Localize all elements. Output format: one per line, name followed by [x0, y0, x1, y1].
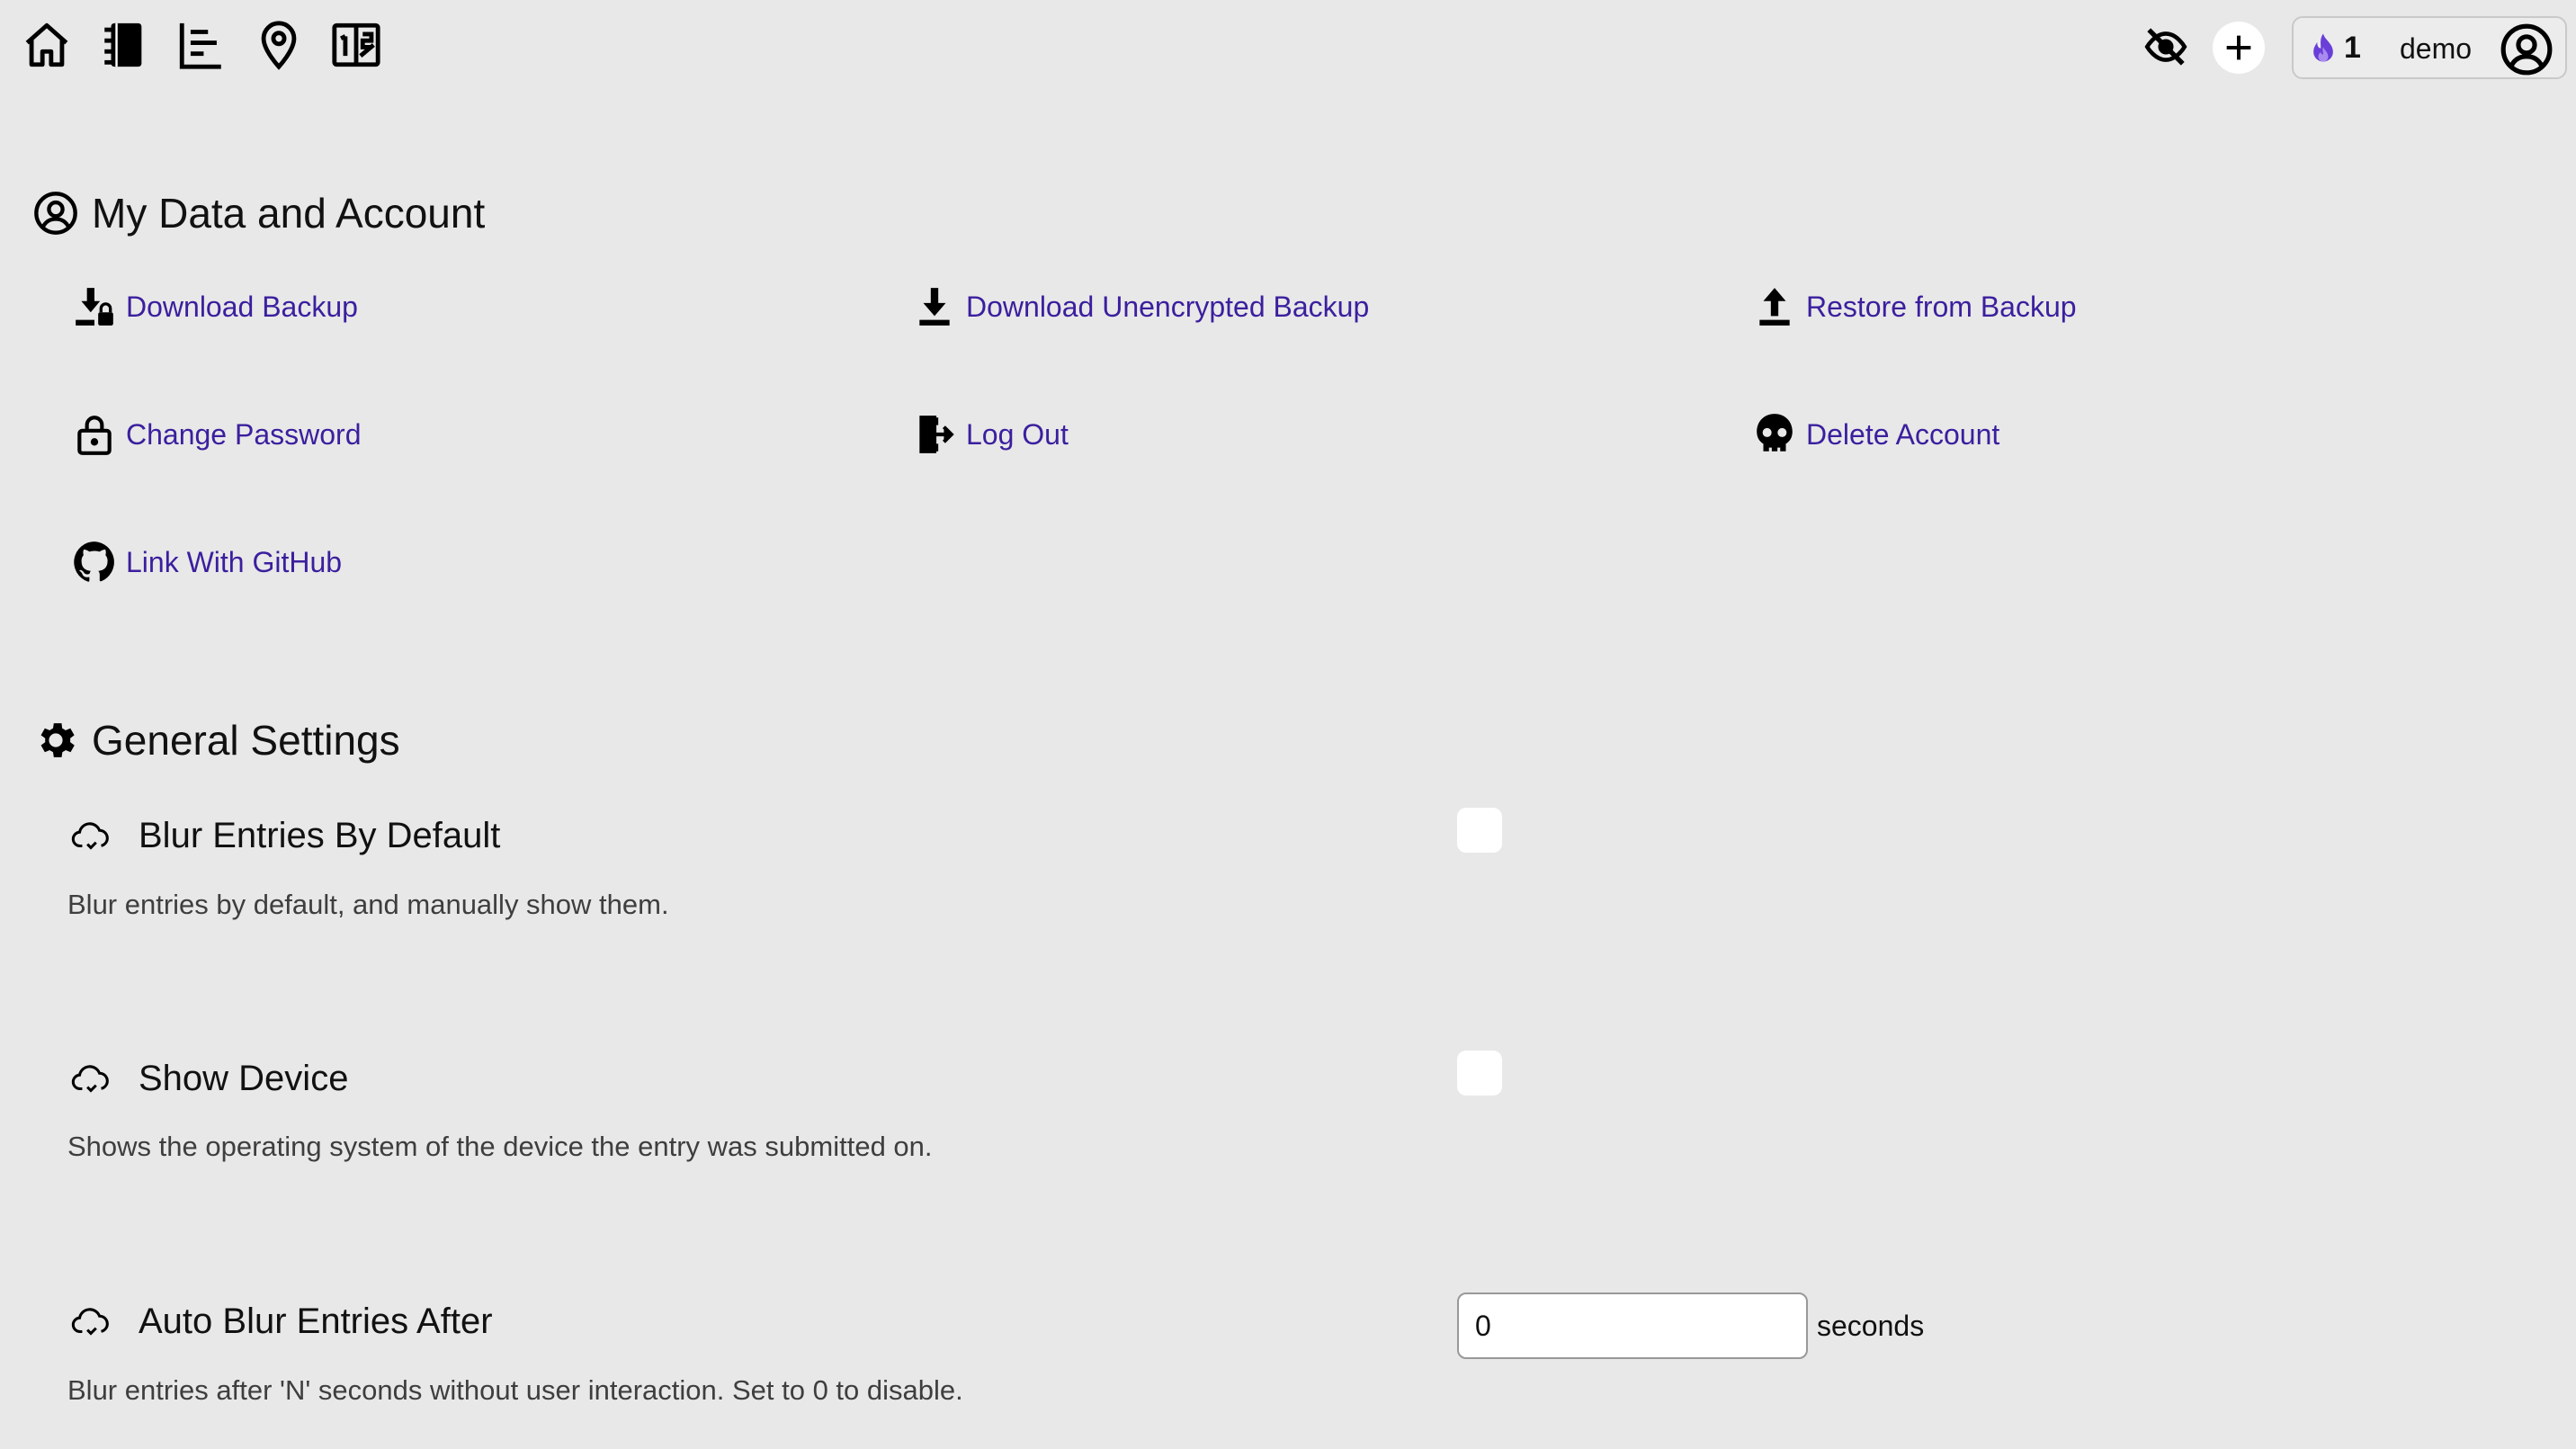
timeline-icon[interactable]	[174, 18, 228, 72]
stats-icon[interactable]	[329, 18, 383, 72]
skull-icon	[1757, 414, 1793, 452]
streak-count: 1	[2344, 31, 2361, 65]
new-entry-button[interactable]	[2213, 22, 2265, 74]
setting-auto-blur-title: Auto Blur Entries After	[70, 1301, 493, 1342]
journal-icon[interactable]	[97, 18, 151, 72]
cloud-sync-icon	[71, 822, 109, 850]
restore-from-backup-link[interactable]: Restore from Backup	[1752, 284, 2077, 329]
section-title-text: My Data and Account	[92, 190, 486, 237]
section-title-text: General Settings	[92, 717, 400, 764]
map-pin-icon[interactable]	[252, 18, 306, 72]
download-backup-link[interactable]: Download Backup	[72, 284, 358, 329]
auto-blur-seconds-input[interactable]	[1457, 1292, 1808, 1359]
download-icon	[919, 288, 950, 326]
cloud-sync-icon	[71, 1065, 109, 1093]
setting-blur-default-description: Blur entries by default, and manually sh…	[67, 889, 669, 920]
action-label: Restore from Backup	[1806, 290, 2077, 323]
user-circle-icon	[34, 192, 77, 235]
section-title-general: General Settings	[32, 716, 400, 765]
log-out-link[interactable]: Log Out	[912, 412, 1069, 457]
action-label: Download Unencrypted Backup	[966, 290, 1370, 323]
lock-icon	[77, 416, 112, 455]
blur-default-checkbox[interactable]	[1457, 808, 1502, 853]
setting-blur-default-title: Blur Entries By Default	[70, 815, 500, 856]
plus-icon	[2226, 35, 2251, 60]
action-label: Change Password	[126, 417, 362, 451]
download-lock-icon	[76, 288, 113, 326]
delete-account-link[interactable]: Delete Account	[1752, 412, 1999, 457]
home-icon[interactable]	[20, 18, 74, 72]
setting-show-device-description: Shows the operating system of the device…	[67, 1131, 933, 1162]
avatar	[2500, 23, 2553, 76]
top-navigation-bar: 1 demo	[0, 0, 2576, 94]
action-label: Download Backup	[126, 290, 358, 323]
username: demo	[2400, 32, 2473, 65]
setting-title-text: Blur Entries By Default	[139, 815, 501, 855]
download-unencrypted-backup-link[interactable]: Download Unencrypted Backup	[912, 284, 1369, 329]
logout-icon	[919, 416, 954, 453]
upload-icon	[1759, 288, 1790, 326]
github-icon	[74, 541, 114, 582]
setting-auto-blur-description: Blur entries after 'N' seconds without u…	[67, 1374, 963, 1406]
user-menu-button[interactable]: 1 demo	[2292, 16, 2567, 79]
action-label: Link With GitHub	[126, 545, 343, 578]
setting-title-text: Show Device	[139, 1058, 349, 1098]
setting-show-device-title: Show Device	[70, 1058, 348, 1099]
show-device-checkbox[interactable]	[1457, 1051, 1502, 1096]
change-password-link[interactable]: Change Password	[72, 412, 361, 457]
streak-flame-icon	[2313, 33, 2333, 62]
cloud-sync-icon	[71, 1308, 109, 1336]
link-github-link[interactable]: Link With GitHub	[72, 540, 342, 585]
gear-icon	[40, 723, 75, 757]
hide-entries-icon[interactable]	[2139, 20, 2193, 74]
section-title-account: My Data and Account	[32, 189, 485, 237]
auto-blur-unit-label: seconds	[1817, 1310, 1925, 1342]
action-label: Log Out	[966, 417, 1069, 451]
setting-title-text: Auto Blur Entries After	[139, 1301, 493, 1341]
action-label: Delete Account	[1806, 417, 2000, 451]
